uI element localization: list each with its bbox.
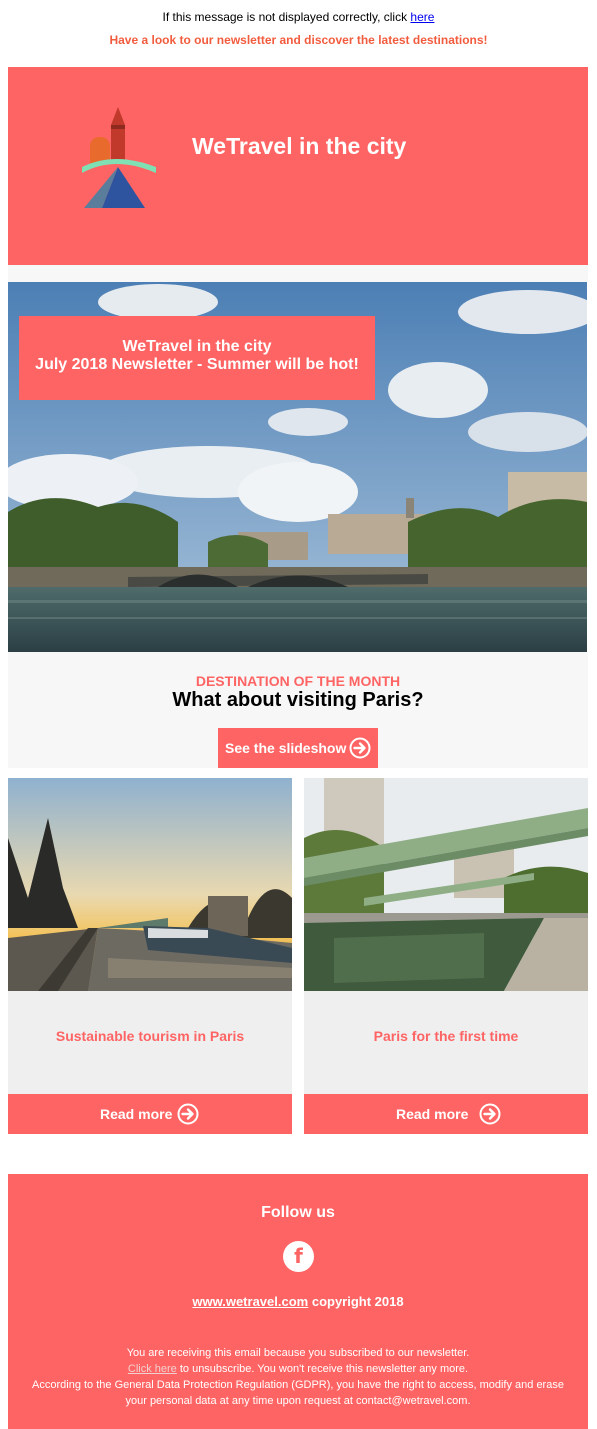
legal-notice: You are receiving this email because you… [8, 1345, 588, 1409]
card-image [304, 778, 588, 991]
tagline: Have a look to our newsletter and discov… [109, 33, 488, 47]
hero-image: WeTravel in the city July 2018 Newslette… [8, 282, 587, 652]
sunset-canal-photo [8, 778, 292, 991]
read-more-button[interactable]: Read more [8, 1094, 292, 1134]
read-more-label: Read more [100, 1106, 173, 1122]
canal-bridge-photo [304, 778, 588, 991]
circle-arrow-right-icon [349, 737, 371, 759]
legal-line-3: According to the General Data Protection… [32, 1379, 564, 1391]
card-image [8, 778, 292, 991]
display-notice: If this message is not displayed correct… [0, 10, 597, 24]
destination-label: DESTINATION OF THE MONTH [195, 673, 401, 689]
unsubscribe-link[interactable]: Click here [128, 1363, 177, 1375]
destination-title: What about visiting Paris? [172, 689, 424, 711]
see-slideshow-label: See the slideshow [225, 740, 347, 756]
copyright-line: www.wetravel.com copyright 2018 [8, 1294, 588, 1309]
hero-caption-title: WeTravel in the city [122, 338, 272, 355]
view-online-link[interactable]: here [410, 10, 434, 24]
copyright-text: copyright 2018 [311, 1294, 404, 1309]
display-notice-text: If this message is not displayed correct… [162, 10, 408, 24]
spacer [8, 265, 588, 282]
header-title: WeTravel in the city [192, 133, 407, 159]
article-card-first-time: Paris for the first time Read more [304, 778, 588, 1134]
read-more-button[interactable]: Read more [304, 1094, 588, 1134]
hero-caption-subtitle: July 2018 Newsletter - Summer will be ho… [35, 356, 359, 373]
article-card-sustainable: Sustainable tourism in Paris Read more [8, 778, 292, 1134]
see-slideshow-button[interactable]: See the slideshow [218, 728, 378, 768]
circle-arrow-right-icon [177, 1103, 199, 1125]
header-banner: WeTravel in the city [8, 67, 588, 265]
wetravel-logo [82, 107, 156, 208]
card-title: Sustainable tourism in Paris [55, 1028, 245, 1044]
card-title: Paris for the first time [373, 1028, 519, 1044]
legal-line-4: your personal data at any time upon requ… [125, 1395, 471, 1407]
destination-section: DESTINATION OF THE MONTH What about visi… [8, 652, 588, 768]
footer: Follow us f www.wetravel.com copyright 2… [8, 1174, 588, 1429]
legal-line-2: Click here to unsubscribe. You won't rec… [8, 1361, 588, 1377]
read-more-label: Read more [396, 1106, 469, 1122]
circle-arrow-right-icon [479, 1103, 501, 1125]
facebook-icon[interactable]: f [283, 1241, 314, 1272]
website-link[interactable]: www.wetravel.com [192, 1294, 308, 1309]
hero-caption-box: WeTravel in the city July 2018 Newslette… [19, 316, 375, 400]
unsubscribe-text: to unsubscribe. You won't receive this n… [179, 1363, 469, 1375]
legal-line-1: You are receiving this email because you… [126, 1347, 470, 1359]
follow-us-label: Follow us [261, 1204, 335, 1221]
